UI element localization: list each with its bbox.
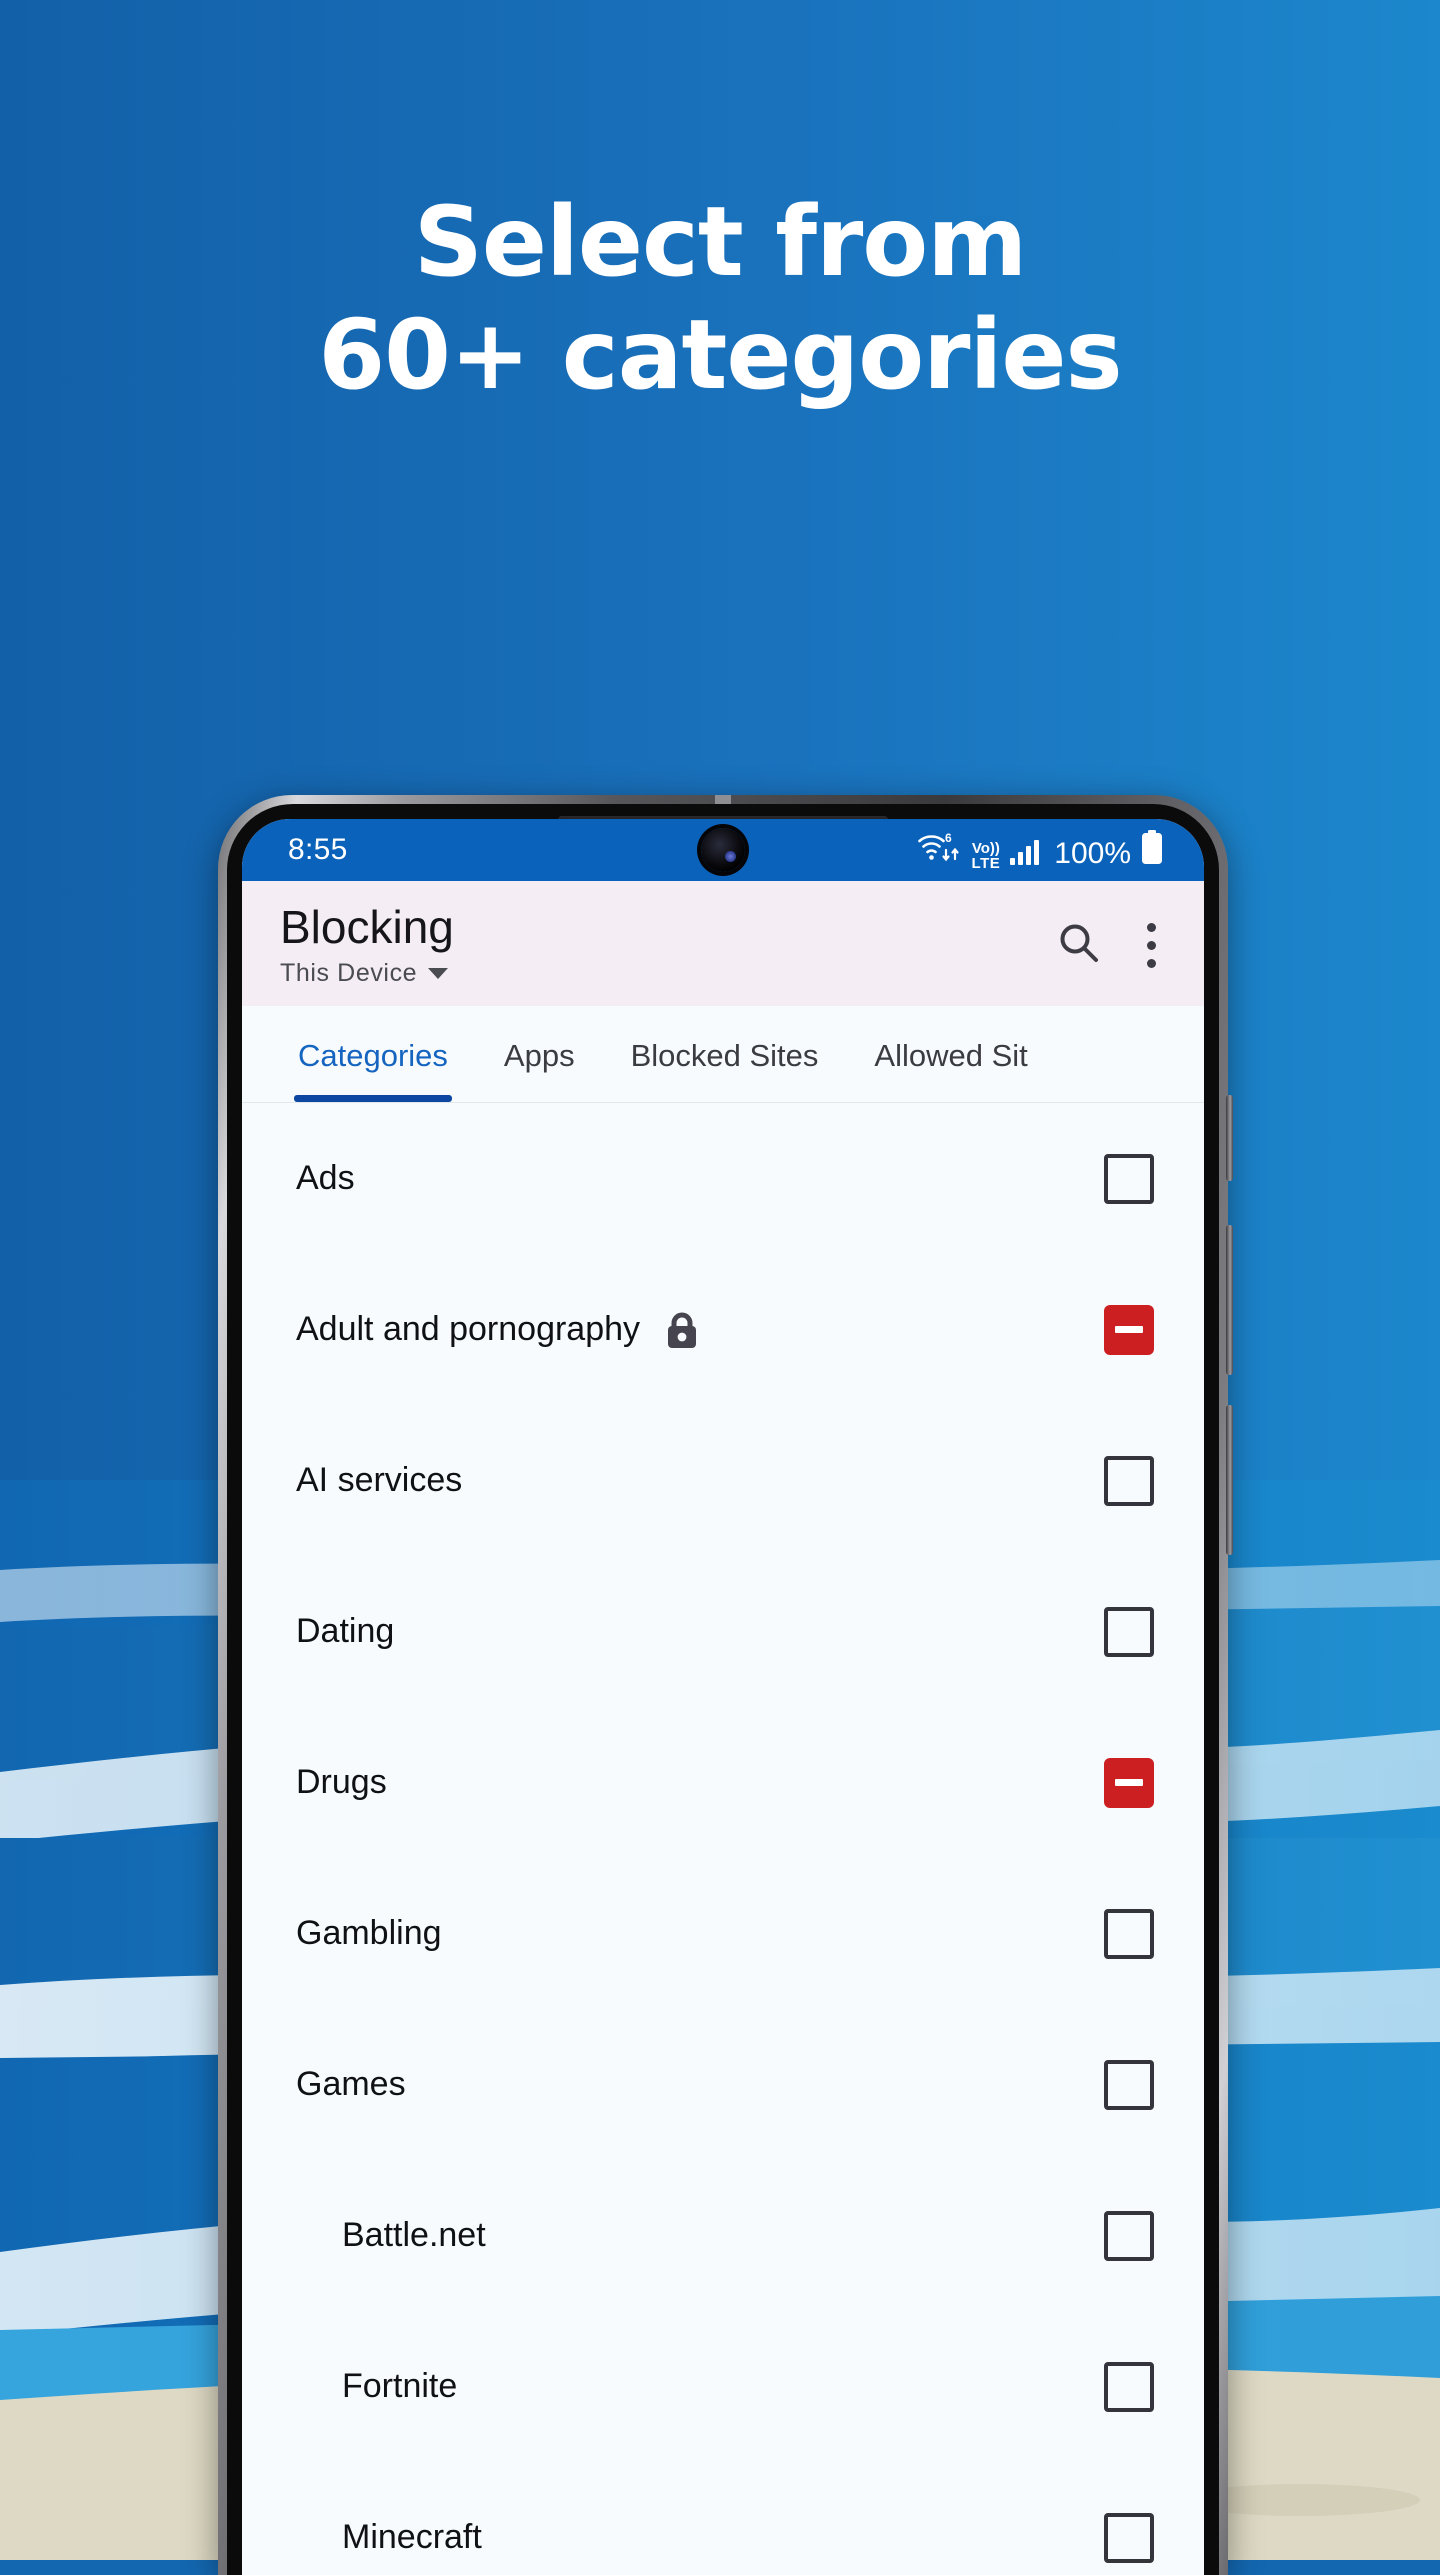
lock-icon [662, 1308, 702, 1352]
front-camera-punch-hole [701, 828, 745, 872]
status-time: 8:55 [288, 833, 348, 866]
checkbox-unchecked[interactable] [1104, 2512, 1154, 2563]
checkbox-unchecked[interactable] [1104, 2361, 1154, 2412]
minus-icon [1115, 1779, 1143, 1787]
category-row[interactable]: Minecraft [242, 2462, 1204, 2575]
category-row[interactable]: AI services [242, 1405, 1204, 1556]
checkbox-blocked[interactable] [1104, 1304, 1154, 1355]
category-row[interactable]: Gambling [242, 1858, 1204, 2009]
checkbox-unchecked[interactable] [1104, 1455, 1154, 1506]
category-label: AI services [296, 1461, 463, 1500]
device-selector-label: This Device [280, 959, 418, 988]
category-label: Gambling [296, 1914, 442, 1953]
app-bar: Blocking This Device [242, 881, 1204, 1007]
phone-button-power[interactable] [1226, 1405, 1233, 1555]
minus-icon [1115, 1326, 1143, 1334]
battery-full-icon [1140, 829, 1164, 871]
category-row[interactable]: Drugs [242, 1707, 1204, 1858]
category-row[interactable]: Adult and pornography [242, 1254, 1204, 1405]
checkbox-unchecked[interactable] [1104, 1153, 1154, 1204]
promo-headline: Select from 60+ categories [0, 186, 1440, 413]
svg-text:6: 6 [945, 831, 952, 845]
tab-categories[interactable]: Categories [294, 1038, 452, 1103]
category-label: Drugs [296, 1763, 387, 1802]
checkbox-blocked[interactable] [1104, 1757, 1154, 1808]
category-row[interactable]: Battle.net [242, 2160, 1204, 2311]
tab-bar: Categories Apps Blocked Sites Allowed Si… [242, 1006, 1204, 1104]
category-row[interactable]: Dating [242, 1556, 1204, 1707]
checkbox-unchecked[interactable] [1104, 2059, 1154, 2110]
category-row[interactable]: Ads [242, 1103, 1204, 1254]
category-label: Games [296, 2065, 406, 2104]
category-label: Ads [296, 1159, 355, 1198]
volte-icon: Vo)) LTE [971, 839, 1001, 872]
headline-line-2: 60+ categories [318, 299, 1122, 412]
more-vertical-icon[interactable] [1147, 923, 1156, 968]
status-bar: 8:55 6 Vo)) LTE 100% [242, 819, 1204, 881]
phone-screen: 8:55 6 Vo)) LTE 100% Blocking This Devic… [242, 819, 1204, 2575]
category-label: Battle.net [342, 2216, 486, 2255]
cellular-signal-icon [1009, 836, 1043, 871]
chevron-down-icon [428, 968, 449, 980]
search-icon[interactable] [1057, 921, 1101, 970]
page-title: Blocking [280, 901, 454, 953]
tab-blocked-sites[interactable]: Blocked Sites [631, 1038, 819, 1102]
phone-button-mute[interactable] [1226, 1095, 1233, 1181]
phone-button-volume[interactable] [1226, 1225, 1233, 1375]
category-row[interactable]: Fortnite [242, 2311, 1204, 2462]
category-label: Minecraft [342, 2518, 482, 2557]
tab-apps[interactable]: Apps [504, 1038, 575, 1102]
headline-line-1: Select from [413, 186, 1028, 298]
checkbox-unchecked[interactable] [1104, 1908, 1154, 1959]
category-row[interactable]: Games [242, 2009, 1204, 2160]
checkbox-unchecked[interactable] [1104, 1606, 1154, 1657]
wifi-6-icon: 6 [917, 830, 963, 871]
category-label: Adult and pornography [296, 1310, 641, 1349]
category-label: Dating [296, 1612, 395, 1651]
category-list: Ads Adult and pornography AI services Datin… [242, 1103, 1204, 2575]
checkbox-unchecked[interactable] [1104, 2210, 1154, 2261]
category-label: Fortnite [342, 2367, 458, 2406]
device-selector[interactable]: This Device [280, 959, 454, 988]
phone-mockup: 8:55 6 Vo)) LTE 100% Blocking This Devic… [218, 795, 1233, 2575]
battery-percent-label: 100% [1054, 836, 1131, 870]
tab-allowed-sites[interactable]: Allowed Sit [874, 1038, 1027, 1102]
